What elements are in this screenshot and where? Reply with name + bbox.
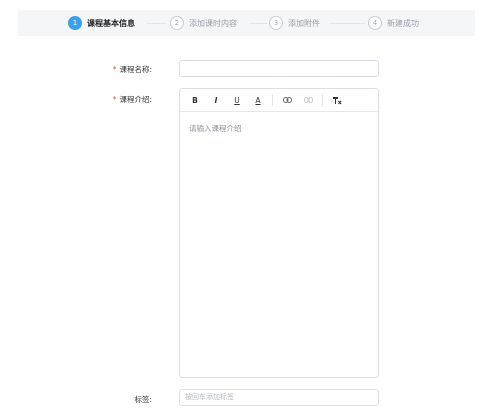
bold-button[interactable]: B xyxy=(188,93,202,107)
step-2-label: 添加课时内容 xyxy=(189,18,237,28)
link-icon[interactable] xyxy=(280,93,294,107)
tags-label: 标签: xyxy=(134,395,152,404)
editor-toolbar: B I U A xyxy=(180,89,378,112)
required-mark: * xyxy=(112,65,117,74)
step-1: 1 课程基本信息 xyxy=(68,15,135,31)
required-mark: * xyxy=(112,95,117,104)
course-name-label-text: 课程名称: xyxy=(119,65,152,74)
step-connector xyxy=(329,23,365,24)
tags-placeholder: 按回车添加标签 xyxy=(185,393,234,401)
clear-format-icon[interactable] xyxy=(330,93,344,107)
step-4-label: 新建成功 xyxy=(387,18,419,28)
course-intro-editor[interactable]: B I U A 请输入课程介绍 xyxy=(179,88,379,378)
step-3: 3 添加附件 xyxy=(269,15,320,31)
step-connector xyxy=(249,23,267,24)
unlink-icon[interactable] xyxy=(301,93,315,107)
tags-input[interactable]: 按回车添加标签 xyxy=(179,389,379,406)
course-intro-label: * 课程介绍: xyxy=(92,94,152,105)
font-color-button[interactable]: A xyxy=(251,93,265,107)
italic-button[interactable]: I xyxy=(209,93,223,107)
step-2: 2 添加课时内容 xyxy=(170,15,237,31)
step-4: 4 新建成功 xyxy=(368,15,419,31)
toolbar-divider xyxy=(322,94,323,106)
step-2-number: 2 xyxy=(170,16,184,30)
toolbar-divider xyxy=(272,94,273,106)
step-4-number: 4 xyxy=(368,16,382,30)
course-name-input[interactable] xyxy=(179,60,379,77)
step-3-label: 添加附件 xyxy=(288,18,320,28)
step-connector xyxy=(147,23,167,24)
course-name-label: * 课程名称: xyxy=(92,64,152,75)
course-intro-label-text: 课程介绍: xyxy=(119,95,152,104)
step-1-number: 1 xyxy=(68,16,82,30)
editor-placeholder: 请输入课程介绍 xyxy=(189,124,242,133)
underline-button[interactable]: U xyxy=(230,93,244,107)
step-indicator: 1 课程基本信息 2 添加课时内容 3 添加附件 4 新建成功 xyxy=(18,10,475,36)
step-1-label: 课程基本信息 xyxy=(87,18,135,28)
step-3-number: 3 xyxy=(269,16,283,30)
